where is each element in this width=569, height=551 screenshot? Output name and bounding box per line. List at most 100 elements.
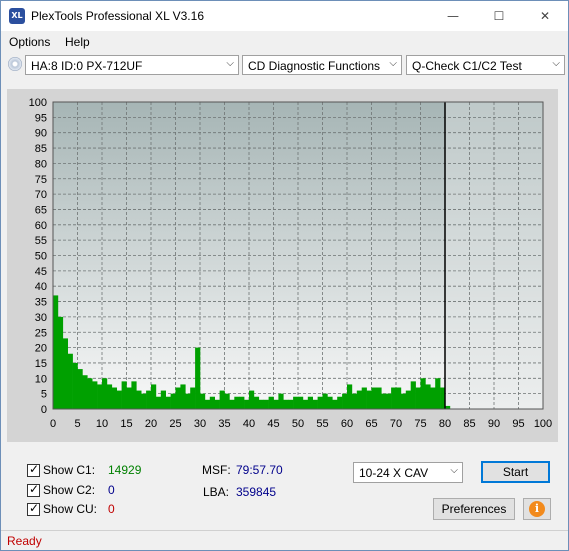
start-button[interactable]: Start xyxy=(481,461,550,483)
c1-bar xyxy=(126,387,132,409)
c1-bar xyxy=(116,390,122,409)
c1-bar xyxy=(244,399,250,409)
show-cu-checkbox[interactable] xyxy=(27,501,40,516)
speed-select-value: 10-24 X CAV xyxy=(359,466,429,480)
c1-bar xyxy=(214,399,220,409)
x-tick-label: 100 xyxy=(534,418,552,430)
c1-bar xyxy=(415,387,421,409)
c1-bar xyxy=(57,316,64,409)
c1-bar xyxy=(160,390,166,409)
x-tick-label: 60 xyxy=(341,418,353,430)
c1-bar xyxy=(327,396,333,409)
c1-bar xyxy=(391,387,397,409)
y-tick-label: 75 xyxy=(35,174,47,186)
y-tick-label: 90 xyxy=(35,128,47,140)
c1-bar xyxy=(180,384,186,409)
c1-bar xyxy=(410,381,416,409)
x-tick-label: 95 xyxy=(512,418,524,430)
c1-bar xyxy=(72,362,78,409)
c1-count: 14929 xyxy=(108,463,142,477)
c1-bar xyxy=(146,390,152,409)
c1-bar xyxy=(229,399,235,409)
c1-bar xyxy=(253,396,260,409)
c1-bar xyxy=(381,393,387,409)
chevron-down-icon: ⌵ xyxy=(389,58,397,69)
y-tick-label: 100 xyxy=(29,97,47,109)
c1-bar xyxy=(111,387,117,409)
c1-bar xyxy=(366,390,372,409)
speed-select[interactable]: 10-24 X CAV ⌵ xyxy=(353,462,463,483)
y-tick-label: 45 xyxy=(35,266,47,278)
c1-bar xyxy=(175,387,181,409)
c1-bar xyxy=(121,381,127,409)
y-tick-label: 50 xyxy=(35,251,47,263)
y-tick-label: 10 xyxy=(35,373,47,385)
minimize-button[interactable]: — xyxy=(430,1,476,31)
c1-bar xyxy=(155,396,162,409)
c1-bar xyxy=(312,399,318,409)
lba-label: LBA: xyxy=(203,485,230,499)
info-button[interactable]: i xyxy=(523,498,551,520)
y-tick-label: 15 xyxy=(35,358,47,370)
menu-help[interactable]: Help xyxy=(65,35,90,49)
c1-bar xyxy=(337,396,343,409)
c1-bar xyxy=(87,378,93,409)
chevron-down-icon: ⌵ xyxy=(450,465,458,476)
c1-bar xyxy=(342,393,348,409)
preferences-button[interactable]: Preferences xyxy=(433,498,515,520)
test-select[interactable]: Q-Check C1/C2 Test ⌵ xyxy=(406,55,565,75)
c1-bar xyxy=(62,338,68,409)
status-bar: Ready xyxy=(1,530,568,551)
show-c1-checkbox[interactable] xyxy=(27,462,40,477)
c1-bar xyxy=(92,381,98,409)
x-tick-label: 15 xyxy=(120,418,132,430)
c1-bar xyxy=(278,393,284,409)
c1-bar xyxy=(141,393,147,409)
test-select-value: Q-Check C1/C2 Test xyxy=(412,59,522,73)
x-tick-label: 90 xyxy=(488,418,500,430)
c1-bar xyxy=(435,378,441,409)
app-window: XL PlexTools Professional XL V3.16 — ☐ ✕… xyxy=(0,0,569,551)
y-tick-label: 5 xyxy=(41,389,47,401)
c1-bar xyxy=(347,384,353,409)
x-tick-label: 20 xyxy=(145,418,157,430)
y-tick-label: 30 xyxy=(35,312,47,324)
c1-bar xyxy=(273,399,279,409)
x-tick-label: 75 xyxy=(414,418,426,430)
c1-bar xyxy=(67,353,73,409)
y-tick-label: 35 xyxy=(35,297,47,309)
y-tick-label: 80 xyxy=(35,158,47,170)
x-tick-label: 25 xyxy=(169,418,181,430)
menu-options[interactable]: Options xyxy=(9,35,50,49)
toolbar: HA:8 ID:0 PX-712UF ⌵ CD Diagnostic Funct… xyxy=(1,53,568,79)
maximize-button[interactable]: ☐ xyxy=(476,1,522,31)
c1-bar xyxy=(195,347,201,409)
c1-bar xyxy=(351,393,358,409)
x-tick-label: 10 xyxy=(96,418,108,430)
c1-bar xyxy=(249,390,255,409)
menu-bar: Options Help xyxy=(1,32,568,52)
lba-value: 359845 xyxy=(236,485,277,499)
c1-bar xyxy=(322,393,328,409)
function-select[interactable]: CD Diagnostic Functions ⌵ xyxy=(242,55,402,75)
cu-count: 0 xyxy=(108,502,115,516)
c1-bar xyxy=(302,399,309,409)
y-tick-label: 55 xyxy=(35,235,47,247)
title-bar: XL PlexTools Professional XL V3.16 — ☐ ✕ xyxy=(1,1,568,31)
close-button[interactable]: ✕ xyxy=(522,1,568,31)
c1-bar xyxy=(185,393,191,409)
c1-bar xyxy=(82,375,88,409)
c1-bar xyxy=(263,399,269,409)
c1-bar xyxy=(288,399,294,409)
msf-label: MSF: xyxy=(202,463,231,477)
drive-select[interactable]: HA:8 ID:0 PX-712UF ⌵ xyxy=(25,55,239,75)
window-title: PlexTools Professional XL V3.16 xyxy=(31,9,204,23)
c1-bar xyxy=(53,295,59,409)
y-tick-label: 20 xyxy=(35,343,47,355)
y-tick-label: 85 xyxy=(35,143,47,155)
c1-bar xyxy=(106,384,113,409)
app-logo-icon: XL xyxy=(9,8,25,24)
show-c2-checkbox[interactable] xyxy=(27,482,40,497)
msf-value: 79:57.70 xyxy=(236,463,283,477)
drive-select-value: HA:8 ID:0 PX-712UF xyxy=(31,59,143,73)
